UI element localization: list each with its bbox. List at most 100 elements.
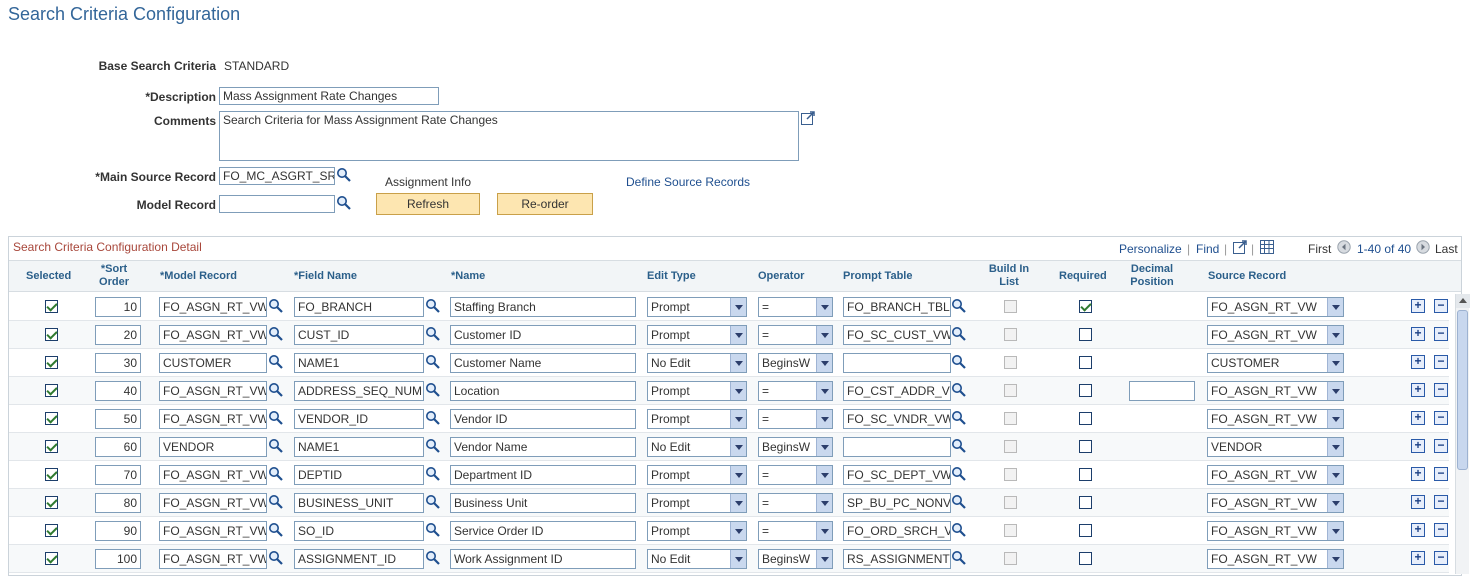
model-record-input[interactable]: FO_ASGN_RT_VW <box>159 521 267 541</box>
sort-order-input[interactable]: 70 <box>95 465 141 485</box>
header-field-name[interactable]: *Field Name <box>294 270 357 283</box>
selected-checkbox[interactable] <box>45 440 58 453</box>
magnifier-icon[interactable] <box>268 326 284 342</box>
name-input[interactable]: Location <box>450 381 636 401</box>
model-record-input[interactable]: FO_ASGN_RT_VW <box>159 381 267 401</box>
chevron-down-icon[interactable] <box>816 382 832 400</box>
sort-order-input[interactable]: 60 <box>95 437 141 457</box>
prompt-table-input[interactable]: FO_BRANCH_TBL <box>843 297 951 317</box>
chevron-down-icon[interactable] <box>730 298 746 316</box>
chevron-down-icon[interactable] <box>816 438 832 456</box>
operator-select[interactable]: = <box>758 325 833 345</box>
required-checkbox[interactable] <box>1079 552 1092 565</box>
magnifier-icon[interactable] <box>951 410 967 426</box>
chevron-down-icon[interactable] <box>1327 410 1343 428</box>
selected-checkbox[interactable] <box>45 412 58 425</box>
minus-icon[interactable]: − <box>1434 439 1448 453</box>
sort-order-input[interactable]: 50 <box>95 409 141 429</box>
description-input[interactable]: Mass Assignment Rate Changes <box>219 87 439 105</box>
magnifier-icon[interactable] <box>951 354 967 370</box>
chevron-down-icon[interactable] <box>816 522 832 540</box>
minus-icon[interactable]: − <box>1434 327 1448 341</box>
edit-type-select[interactable]: Prompt <box>647 521 747 541</box>
required-checkbox[interactable] <box>1079 440 1092 453</box>
sort-order-input[interactable]: 80 <box>95 493 141 513</box>
field-name-input[interactable]: VENDOR_ID <box>294 409 424 429</box>
plus-icon[interactable]: + <box>1411 355 1425 369</box>
chevron-down-icon[interactable] <box>730 522 746 540</box>
scroll-thumb[interactable] <box>1457 310 1468 470</box>
chevron-down-icon[interactable] <box>1327 298 1343 316</box>
header-model-record[interactable]: *Model Record <box>160 270 237 283</box>
operator-select[interactable]: = <box>758 465 833 485</box>
operator-select[interactable]: BeginsW <box>758 353 833 373</box>
personalize-link[interactable]: Personalize <box>1119 242 1182 256</box>
chevron-down-icon[interactable] <box>1327 550 1343 568</box>
magnifier-icon[interactable] <box>951 522 967 538</box>
last-link[interactable]: Last <box>1435 242 1458 256</box>
chevron-down-icon[interactable] <box>816 550 832 568</box>
source-record-select[interactable]: FO_ASGN_RT_VW <box>1207 549 1344 569</box>
chevron-down-icon[interactable] <box>730 494 746 512</box>
selected-checkbox[interactable] <box>45 524 58 537</box>
header-selected[interactable]: Selected <box>26 270 71 283</box>
field-name-input[interactable]: FO_BRANCH <box>294 297 424 317</box>
edit-type-select[interactable]: Prompt <box>647 381 747 401</box>
required-checkbox[interactable] <box>1079 384 1092 397</box>
name-input[interactable]: Staffing Branch <box>450 297 636 317</box>
edit-type-select[interactable]: No Edit <box>647 549 747 569</box>
name-input[interactable]: Work Assignment ID <box>450 549 636 569</box>
chevron-down-icon[interactable] <box>1327 326 1343 344</box>
field-name-input[interactable]: ADDRESS_SEQ_NUM <box>294 381 424 401</box>
source-record-select[interactable]: FO_ASGN_RT_VW <box>1207 409 1344 429</box>
prompt-table-input[interactable]: FO_SC_DEPT_VW <box>843 465 951 485</box>
edit-type-select[interactable]: Prompt <box>647 409 747 429</box>
prompt-table-input[interactable]: FO_SC_VNDR_VW <box>843 409 951 429</box>
magnifier-icon[interactable] <box>268 522 284 538</box>
selected-checkbox[interactable] <box>45 384 58 397</box>
magnifier-icon[interactable] <box>268 466 284 482</box>
model-record-input[interactable]: VENDOR <box>159 437 267 457</box>
edit-type-select[interactable]: Prompt <box>647 493 747 513</box>
chevron-down-icon[interactable] <box>730 354 746 372</box>
magnifier-icon[interactable] <box>425 410 441 426</box>
prompt-table-input[interactable]: FO_SC_CUST_VW <box>843 325 951 345</box>
header-decimal-position[interactable]: Decimal Position <box>1124 263 1180 289</box>
magnifier-icon[interactable] <box>268 298 284 314</box>
required-checkbox[interactable] <box>1079 468 1092 481</box>
magnifier-icon[interactable] <box>336 195 352 211</box>
chevron-down-icon[interactable] <box>730 410 746 428</box>
source-record-select[interactable]: FO_ASGN_RT_VW <box>1207 493 1344 513</box>
chevron-down-icon[interactable] <box>1327 382 1343 400</box>
source-record-select[interactable]: FO_ASGN_RT_VW <box>1207 381 1344 401</box>
header-build-in-list[interactable]: Build In List <box>984 263 1034 289</box>
prompt-table-input[interactable]: RS_ASSIGNMENT <box>843 549 951 569</box>
chevron-down-icon[interactable] <box>1327 494 1343 512</box>
name-input[interactable]: Customer ID <box>450 325 636 345</box>
source-record-select[interactable]: FO_ASGN_RT_VW <box>1207 297 1344 317</box>
model-record-input[interactable]: FO_ASGN_RT_VW <box>159 493 267 513</box>
chevron-down-icon[interactable] <box>730 382 746 400</box>
sort-order-input[interactable]: 20 <box>95 325 141 345</box>
magnifier-icon[interactable] <box>425 382 441 398</box>
operator-select[interactable]: = <box>758 381 833 401</box>
source-record-select[interactable]: FO_ASGN_RT_VW <box>1207 521 1344 541</box>
model-record-input[interactable]: FO_ASGN_RT_VW <box>159 325 267 345</box>
magnifier-icon[interactable] <box>425 466 441 482</box>
source-record-select[interactable]: CUSTOMER <box>1207 353 1344 373</box>
sort-order-input[interactable]: 100 <box>95 549 141 569</box>
selected-checkbox[interactable] <box>45 300 58 313</box>
minus-icon[interactable]: − <box>1434 299 1448 313</box>
operator-select[interactable]: = <box>758 409 833 429</box>
prompt-table-input[interactable] <box>843 353 951 373</box>
selected-checkbox[interactable] <box>45 552 58 565</box>
magnifier-icon[interactable] <box>951 326 967 342</box>
operator-select[interactable]: = <box>758 521 833 541</box>
minus-icon[interactable]: − <box>1434 355 1448 369</box>
magnifier-icon[interactable] <box>951 438 967 454</box>
minus-icon[interactable]: − <box>1434 495 1448 509</box>
next-icon[interactable] <box>1416 240 1430 254</box>
required-checkbox[interactable] <box>1079 300 1092 313</box>
prompt-table-input[interactable]: FO_CST_ADDR_VW <box>843 381 951 401</box>
magnifier-icon[interactable] <box>268 494 284 510</box>
